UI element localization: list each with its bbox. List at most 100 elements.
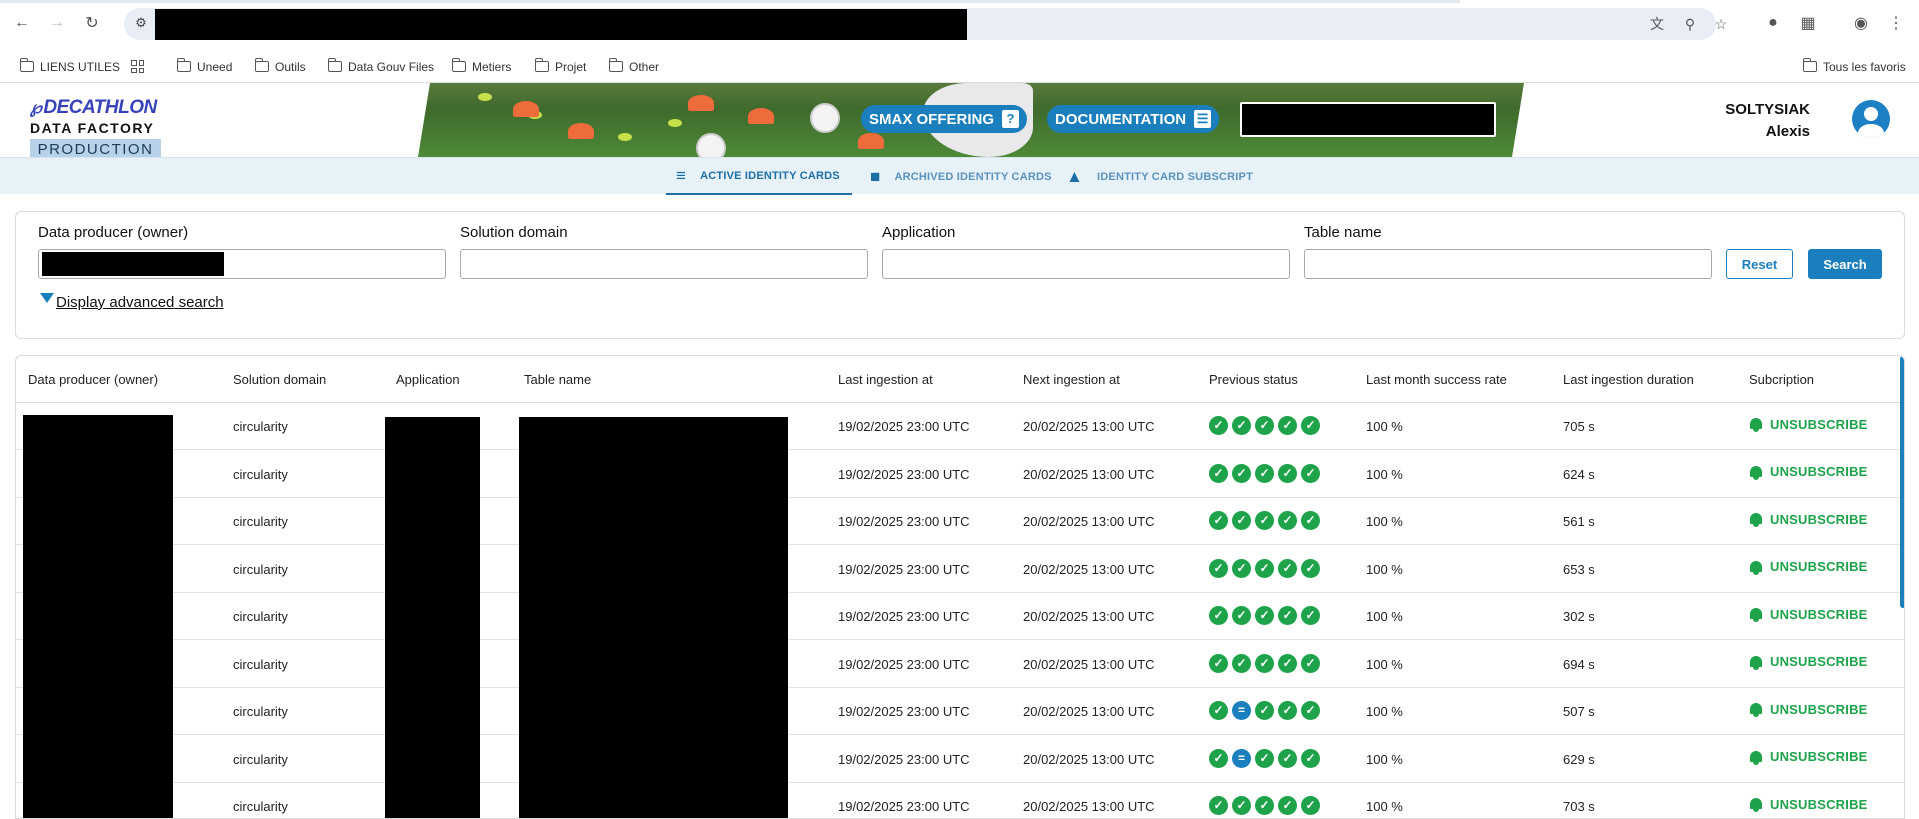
col-ingestion-duration[interactable]: Last ingestion duration: [1563, 372, 1694, 387]
table-row[interactable]: circularity 19/02/2025 23:00 UTC 20/02/202…: [16, 783, 1904, 818]
check-circle-icon: ✓: [1301, 653, 1320, 673]
check-circle-icon: ✓: [1255, 511, 1274, 530]
col-application[interactable]: Application: [396, 372, 460, 387]
ingestion-duration-cell: 705 s: [1563, 419, 1595, 434]
filter-icon: [40, 292, 54, 303]
table-row[interactable]: circularity 19/02/2025 23:00 UTC 20/02/202…: [16, 736, 1904, 783]
check-circle-icon: ✓: [1232, 511, 1251, 530]
col-next-ingestion[interactable]: Next ingestion at: [1023, 372, 1120, 387]
bookmark-all-favorites[interactable]: Tous les favoris: [1802, 50, 1906, 83]
col-subscription[interactable]: Subcription: [1749, 372, 1814, 387]
forward-icon[interactable]: →: [46, 12, 68, 34]
bookmark-liens-utiles[interactable]: LIENS UTILES: [19, 50, 120, 83]
advanced-search-link[interactable]: Display advanced search: [40, 292, 224, 311]
bookmark-outils[interactable]: Outils: [254, 50, 306, 83]
bookmark-metiers[interactable]: Metiers: [451, 50, 511, 83]
cookie-extension-icon[interactable]: ●: [1762, 12, 1784, 34]
extensions-icon[interactable]: ▦: [1797, 12, 1819, 34]
data-producer-value-redacted: [42, 252, 224, 276]
success-rate-cell: 100 %: [1366, 799, 1403, 814]
check-circle-icon: ✓: [1278, 748, 1297, 768]
browser-toolbar: ← → ↻ ⚙ 文 ⚲ ☆ ● ▦ ◉ ⋮: [0, 0, 1919, 50]
previous-status-cell: ✓ ✓ ✓ ✓ ✓: [1209, 463, 1320, 483]
next-ingestion-cell: 20/02/2025 13:00 UTC: [1023, 561, 1155, 577]
col-solution-domain[interactable]: Solution domain: [233, 372, 326, 387]
url-redacted: [155, 9, 967, 40]
solution-domain-cell: circularity: [233, 419, 288, 434]
documentation-button[interactable]: DOCUMENTATION ☰: [1047, 105, 1220, 133]
table-row[interactable]: circularity 19/02/2025 23:00 UTC 20/02/202…: [16, 593, 1904, 640]
unsubscribe-button[interactable]: UNSUBSCRIBE: [1749, 654, 1868, 670]
bookmark-data-gouv-files[interactable]: Data Gouv Files: [327, 50, 434, 83]
check-circle-icon: ✓: [1232, 606, 1251, 625]
logo[interactable]: ℘ DECATHLON DATA FACTORY: [30, 97, 165, 136]
bookmark-apps[interactable]: [131, 50, 144, 83]
unsubscribe-button[interactable]: UNSUBSCRIBE: [1749, 701, 1868, 717]
table-row[interactable]: circularity 19/02/2025 23:00 UTC 20/02/202…: [16, 641, 1904, 688]
unsubscribe-button[interactable]: UNSUBSCRIBE: [1749, 749, 1868, 765]
next-ingestion-cell: 20/02/2025 13:00 UTC: [1023, 609, 1155, 624]
table-row[interactable]: circularity 19/02/2025 23:00 UTC 20/02/202…: [16, 498, 1904, 545]
previous-status-cell: ✓ = ✓ ✓ ✓: [1209, 701, 1320, 720]
check-circle-icon: ✓: [1255, 416, 1274, 435]
unsubscribe-button[interactable]: UNSUBSCRIBE: [1749, 559, 1868, 575]
user-avatar-icon[interactable]: [1852, 100, 1890, 138]
check-circle-icon: ✓: [1278, 606, 1297, 625]
application-label: Application: [882, 224, 956, 241]
table-row[interactable]: circularity 19/02/2025 23:00 UTC 20/02/202…: [16, 688, 1904, 735]
unsubscribe-button[interactable]: UNSUBSCRIBE: [1749, 511, 1868, 527]
search-button[interactable]: Search: [1808, 249, 1882, 279]
folder-icon: [534, 58, 549, 72]
solution-domain-input[interactable]: [460, 249, 868, 279]
bookmark-other[interactable]: Other: [608, 50, 659, 83]
col-previous-status[interactable]: Previous status: [1209, 372, 1298, 387]
unsubscribe-button[interactable]: UNSUBSCRIBE: [1749, 416, 1868, 432]
menu-kebab-icon[interactable]: ⋮: [1885, 12, 1907, 34]
tab-archived-identity-cards[interactable]: ■ ARCHIVED IDENTITY CARDS: [870, 158, 1052, 195]
check-circle-icon: ✓: [1255, 796, 1274, 815]
check-circle-icon: ✓: [1255, 558, 1274, 578]
translate-icon[interactable]: 文: [1648, 15, 1666, 33]
folder-icon: [451, 58, 466, 72]
last-ingestion-cell: 19/02/2025 23:00 UTC: [838, 656, 970, 672]
site-settings-icon[interactable]: ⚙: [132, 15, 150, 33]
bookmark-projet[interactable]: Projet: [534, 50, 586, 83]
application-input[interactable]: [882, 249, 1290, 279]
bookmark-star-icon[interactable]: ☆: [1712, 15, 1730, 33]
tab-identity-card-subscript[interactable]: ▲ IDENTITY CARD SUBSCRIPT: [1066, 158, 1253, 195]
unsubscribe-label: UNSUBSCRIBE: [1770, 511, 1868, 527]
col-data-producer[interactable]: Data producer (owner): [28, 372, 158, 387]
table-row[interactable]: circularity 19/02/2025 23:00 UTC 20/02/202…: [16, 451, 1904, 498]
col-success-rate[interactable]: Last month success rate: [1366, 372, 1507, 387]
table-row[interactable]: circularity 19/02/2025 23:00 UTC 20/02/202…: [16, 546, 1904, 593]
check-circle-icon: ✓: [1278, 463, 1297, 483]
ingestion-duration-cell: 629 s: [1563, 751, 1595, 767]
tab-active-identity-cards[interactable]: ≡ ACTIVE IDENTITY CARDS: [666, 158, 852, 195]
ingestion-duration-cell: 507 s: [1563, 704, 1595, 719]
smax-offering-button[interactable]: SMAX OFFERING ?: [861, 105, 1028, 133]
identity-cards-table: Data producer (owner) Solution domain Ap…: [15, 355, 1905, 819]
unsubscribe-button[interactable]: UNSUBSCRIBE: [1749, 464, 1868, 480]
bell-icon: [1749, 701, 1763, 717]
unsubscribe-button[interactable]: UNSUBSCRIBE: [1749, 606, 1868, 622]
product-name: DATA FACTORY: [30, 120, 155, 136]
profile-icon[interactable]: ◉: [1850, 12, 1872, 34]
reload-icon[interactable]: ↻: [81, 12, 103, 34]
zoom-icon[interactable]: ⚲: [1681, 15, 1699, 33]
success-rate-cell: 100 %: [1366, 561, 1403, 577]
success-rate-cell: 100 %: [1366, 704, 1403, 719]
table-row[interactable]: circularity 19/02/2025 23:00 UTC 20/02/202…: [16, 403, 1904, 450]
bookmark-uneed[interactable]: Uneed: [176, 50, 232, 83]
table-name-input[interactable]: [1304, 249, 1712, 279]
col-table-name[interactable]: Table name: [524, 372, 591, 387]
reset-button[interactable]: Reset: [1726, 249, 1793, 279]
previous-status-cell: ✓ = ✓ ✓ ✓: [1209, 748, 1320, 768]
decathlon-logo: ℘ DECATHLON: [30, 97, 157, 118]
table-scrollbar[interactable]: [1900, 356, 1904, 608]
check-circle-icon: ✓: [1232, 558, 1251, 578]
next-ingestion-cell: 20/02/2025 13:00 UTC: [1023, 751, 1155, 767]
back-icon[interactable]: ←: [11, 12, 33, 34]
col-last-ingestion[interactable]: Last ingestion at: [838, 372, 933, 387]
check-circle-icon: ✓: [1301, 606, 1320, 625]
unsubscribe-button[interactable]: UNSUBSCRIBE: [1749, 796, 1868, 812]
